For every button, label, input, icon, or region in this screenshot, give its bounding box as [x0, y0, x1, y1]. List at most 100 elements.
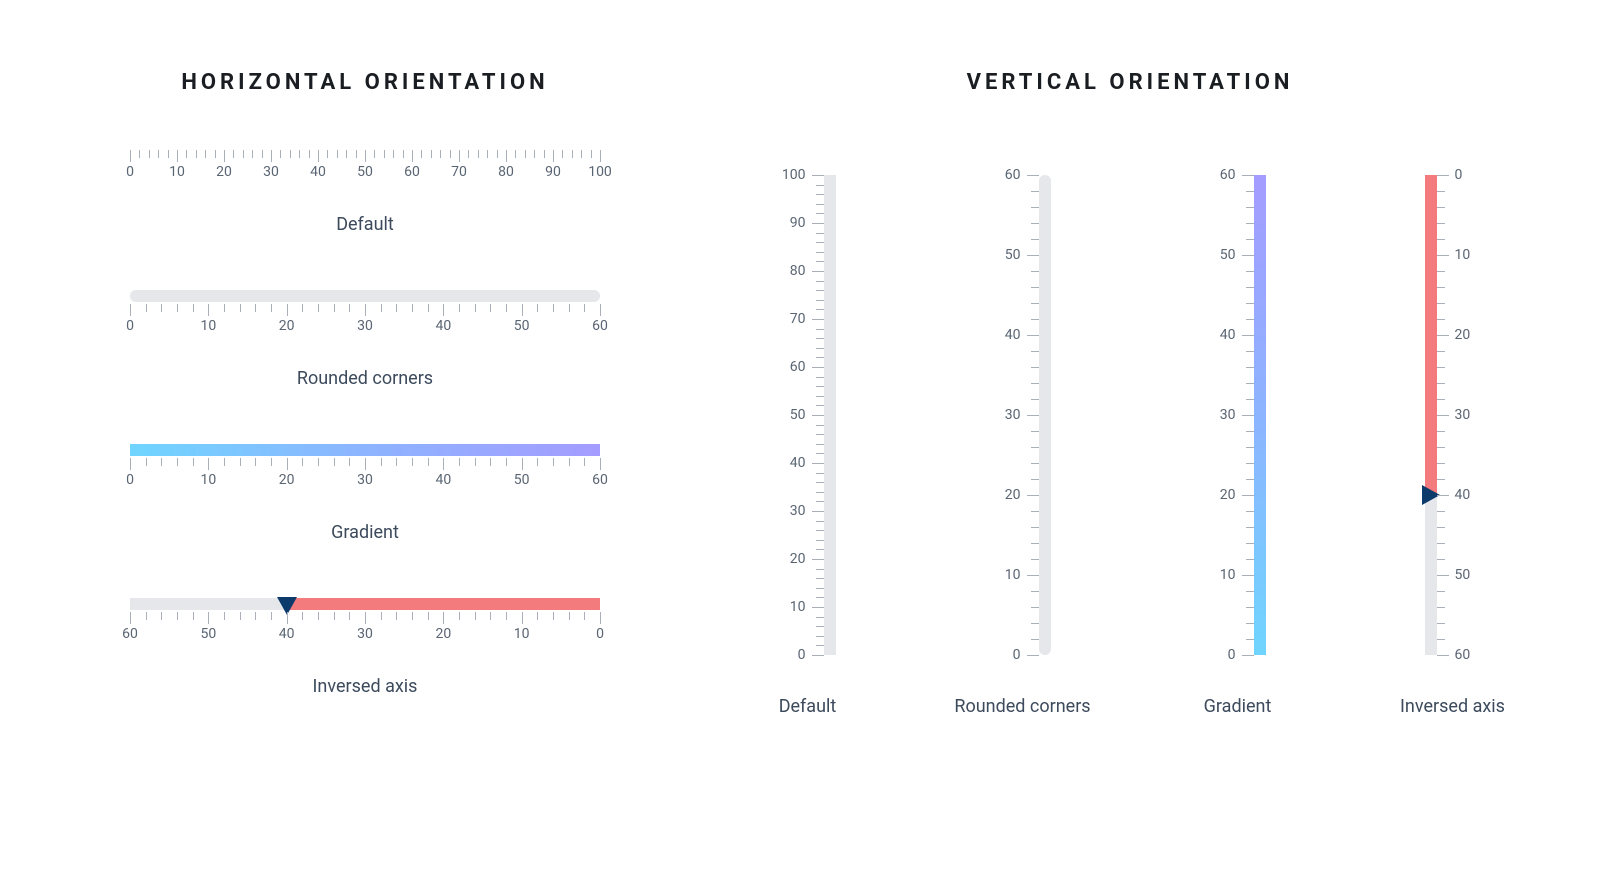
axis-tick-label: 40 [1220, 327, 1236, 343]
v-gradient-group: 0102030405060 Gradient [1148, 175, 1328, 719]
axis-tick-label: 50 [514, 318, 530, 334]
axis-tick-label: 90 [790, 215, 806, 231]
axis-tick-label: 50 [200, 626, 216, 642]
axis-tick-label: 50 [1455, 567, 1471, 583]
axis-tick-label: 10 [1455, 247, 1471, 263]
axis-tick-label: 0 [126, 164, 134, 180]
axis-tick-label: 0 [126, 318, 134, 334]
axis-tick-label: 20 [1220, 487, 1236, 503]
v-inversed-caption: Inversed axis [1400, 695, 1505, 719]
axis-tick-label: 10 [1005, 567, 1021, 583]
v-rounded-axis: 0102030405060 [995, 175, 1039, 655]
h-rounded-axis: 0102030405060 [130, 304, 600, 338]
h-rounded-track [130, 290, 600, 302]
h-inversed-track [130, 598, 600, 610]
axis-tick-label: 0 [1455, 167, 1463, 183]
v-rounded-caption: Rounded corners [954, 695, 1090, 719]
axis-tick-label: 60 [1220, 167, 1236, 183]
v-gradient-caption: Gradient [1204, 695, 1272, 719]
axis-tick-label: 70 [451, 164, 467, 180]
h-inversed-fill [287, 598, 600, 610]
vertical-row: 0102030405060708090100 Default 010203040… [700, 175, 1560, 719]
axis-tick-label: 10 [790, 599, 806, 615]
v-inversed-track [1425, 175, 1437, 655]
v-inversed-group: 0102030405060 Inversed axis [1363, 175, 1543, 719]
h-default-axis: 0102030405060708090100 [130, 150, 600, 184]
axis-tick-label: 30 [1220, 407, 1236, 423]
axis-tick-label: 50 [357, 164, 373, 180]
axis-tick-label: 60 [122, 626, 138, 642]
h-gradient-track [130, 444, 600, 456]
axis-tick-label: 40 [1455, 487, 1471, 503]
axis-tick-label: 30 [357, 626, 373, 642]
h-inversed-caption: Inversed axis [55, 676, 675, 697]
axis-tick-label: 100 [588, 164, 612, 180]
axis-tick-label: 30 [357, 472, 373, 488]
v-inversed-axis: 0102030405060 [1437, 175, 1481, 655]
v-default-track [824, 175, 836, 655]
horizontal-title: HORIZONTAL ORIENTATION [55, 70, 675, 95]
axis-tick-label: 30 [790, 503, 806, 519]
v-default-group: 0102030405060708090100 Default [718, 175, 898, 719]
axis-tick-label: 10 [200, 318, 216, 334]
v-default-axis: 0102030405060708090100 [780, 175, 824, 655]
axis-tick-label: 60 [592, 472, 608, 488]
axis-tick-label: 40 [310, 164, 326, 180]
axis-tick-label: 20 [279, 472, 295, 488]
h-rounded-group: 0 10 20 30 40 50 60 Rounded corners [55, 290, 675, 389]
axis-tick-label: 20 [1455, 327, 1471, 343]
v-gradient-axis: 0102030405060 [1210, 175, 1254, 655]
h-gradient-group: 0 10 20 30 40 50 60 Gradient [55, 444, 675, 543]
h-gradient-caption: Gradient [55, 522, 675, 543]
axis-tick-label: 100 [782, 167, 806, 183]
axis-tick-label: 0 [798, 647, 806, 663]
axis-tick-label: 10 [1220, 567, 1236, 583]
axis-tick-label: 40 [435, 472, 451, 488]
axis-tick-label: 0 [1228, 647, 1236, 663]
axis-tick-label: 40 [790, 455, 806, 471]
axis-tick-label: 40 [435, 318, 451, 334]
axis-tick-label: 0 [1013, 647, 1021, 663]
axis-tick-label: 0 [596, 626, 604, 642]
vertical-panel: VERTICAL ORIENTATION 0 10 20 30 40 50 60 70 80 90… [700, 70, 1560, 719]
h-inversed-axis: 0102030405060 [130, 612, 600, 646]
axis-tick-label: 90 [545, 164, 561, 180]
v-inversed-fill [1425, 175, 1437, 495]
axis-tick-label: 50 [1005, 247, 1021, 263]
axis-tick-label: 20 [279, 318, 295, 334]
axis-tick-label: 80 [790, 263, 806, 279]
axis-tick-label: 70 [790, 311, 806, 327]
h-gradient-axis: 0102030405060 [130, 458, 600, 492]
horizontal-panel: HORIZONTAL ORIENTATION 0 10 20 30 40 50 60 70 80… [55, 70, 675, 697]
axis-tick-label: 20 [790, 551, 806, 567]
axis-tick-label: 0 [126, 472, 134, 488]
axis-tick-label: 50 [790, 407, 806, 423]
h-default-caption: Default [55, 214, 675, 235]
h-rounded-caption: Rounded corners [55, 368, 675, 389]
axis-tick-label: 40 [1005, 327, 1021, 343]
axis-tick-label: 20 [216, 164, 232, 180]
axis-tick-label: 50 [1220, 247, 1236, 263]
axis-tick-label: 50 [514, 472, 530, 488]
h-inversed-group: 0102030405060 Inversed axis [55, 598, 675, 697]
v-rounded-track [1039, 175, 1051, 655]
v-gradient-track [1254, 175, 1266, 655]
axis-tick-label: 60 [1005, 167, 1021, 183]
axis-tick-label: 30 [357, 318, 373, 334]
axis-tick-label: 10 [200, 472, 216, 488]
h-default-group: 0 10 20 30 40 50 60 70 80 90 100 Default [55, 150, 675, 235]
axis-tick-label: 60 [790, 359, 806, 375]
axis-tick-label: 30 [1005, 407, 1021, 423]
axis-tick-label: 10 [514, 626, 530, 642]
axis-tick-label: 20 [435, 626, 451, 642]
axis-tick-label: 20 [1005, 487, 1021, 503]
axis-tick-label: 60 [404, 164, 420, 180]
axis-tick-label: 60 [592, 318, 608, 334]
vertical-title: VERTICAL ORIENTATION [700, 70, 1560, 95]
axis-tick-label: 60 [1455, 647, 1471, 663]
v-rounded-group: 0102030405060 Rounded corners [933, 175, 1113, 719]
axis-tick-label: 30 [263, 164, 279, 180]
axis-tick-label: 10 [169, 164, 185, 180]
axis-tick-label: 30 [1455, 407, 1471, 423]
axis-tick-label: 80 [498, 164, 514, 180]
